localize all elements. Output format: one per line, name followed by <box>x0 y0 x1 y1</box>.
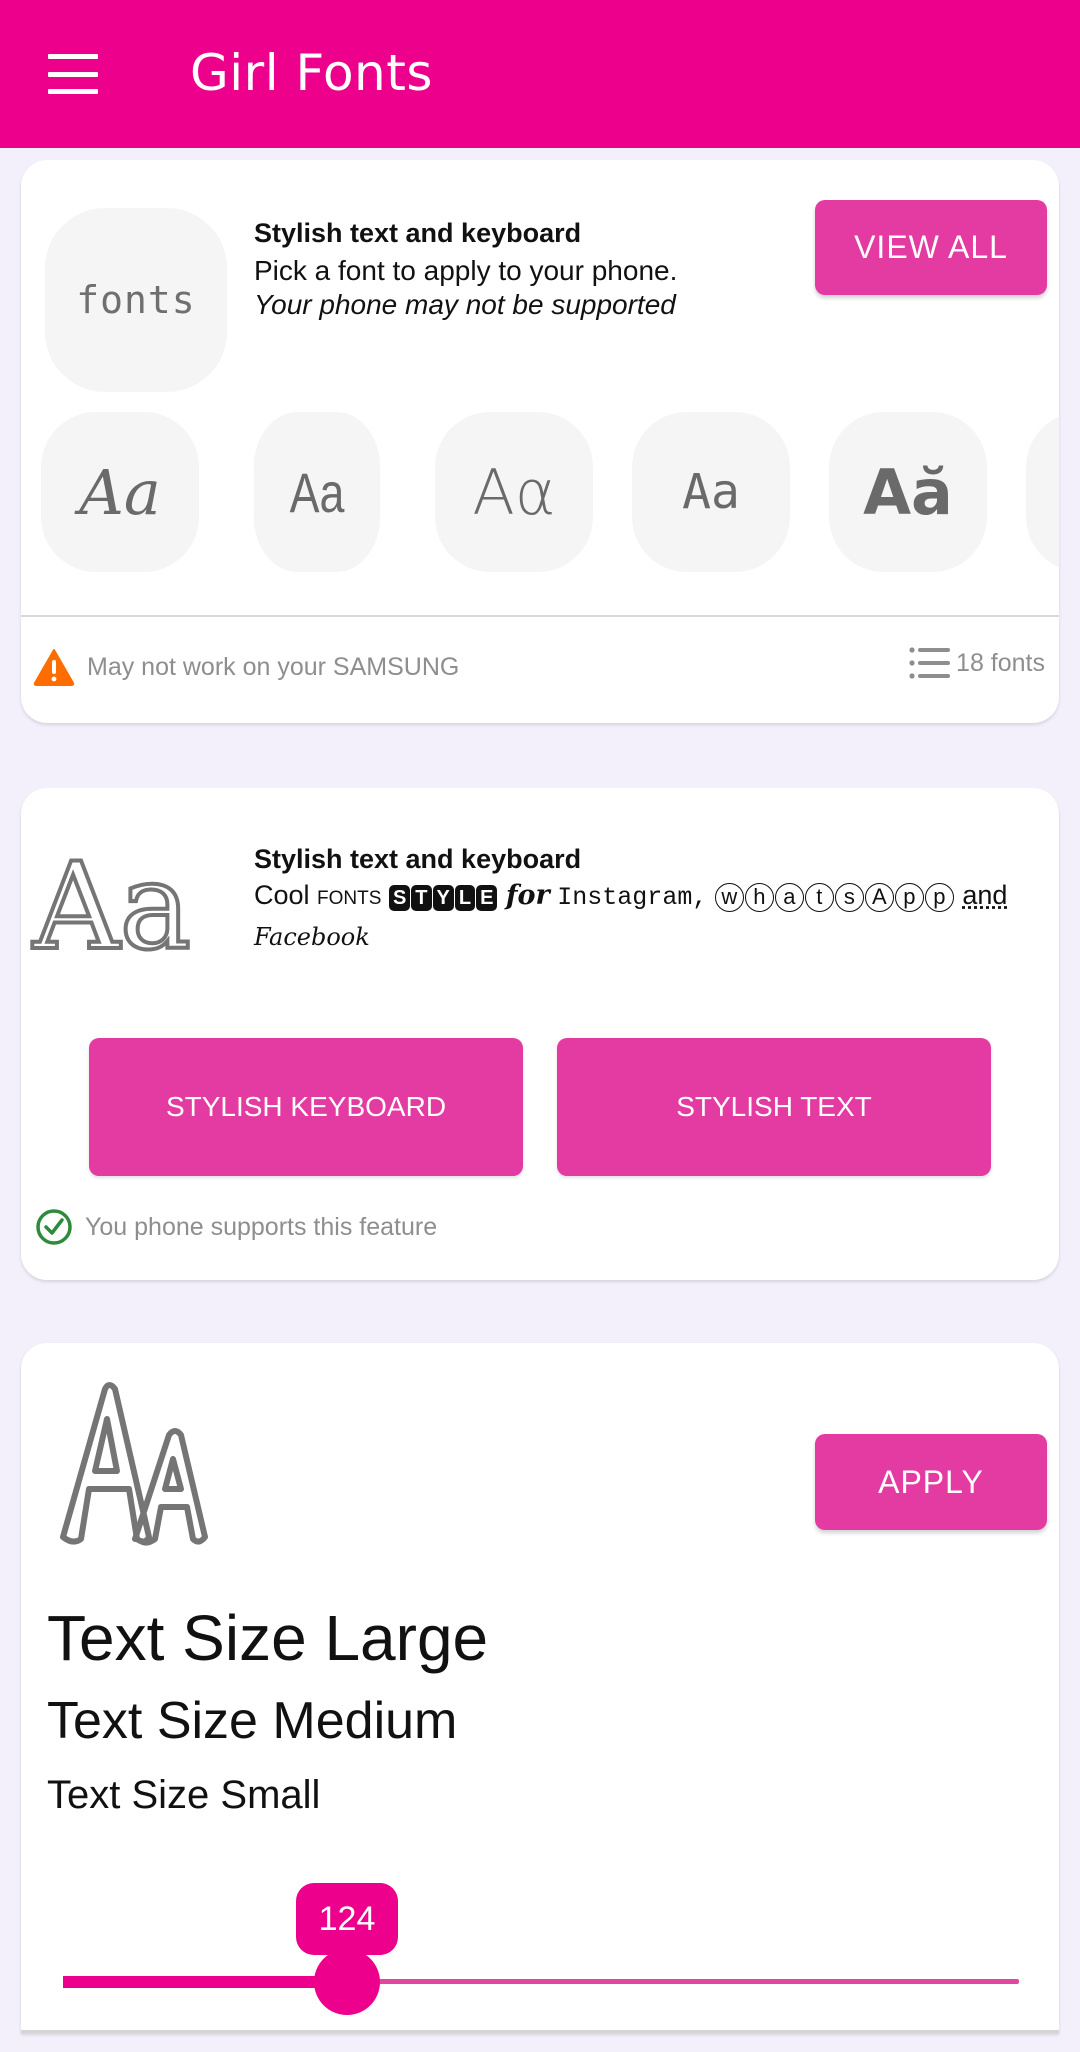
card-bottom-divider <box>21 2030 1059 2033</box>
fonts-card: fonts Stylish text and keyboard Pick a f… <box>21 160 1059 723</box>
preview-facebook: Facebook <box>254 923 370 951</box>
preview-circled-letter: t <box>804 883 834 912</box>
list-icon <box>909 647 951 679</box>
text-size-large-preview: Text Size Large <box>47 1602 489 1674</box>
preview-circled-letter: p <box>894 883 924 912</box>
slider-track-fill <box>63 1976 347 1988</box>
font-preview-tile[interactable]: Aa <box>253 412 381 572</box>
app-bar: Girl Fonts <box>0 0 1080 148</box>
preview-and: and <box>962 880 1008 910</box>
warning-triangle-icon <box>33 649 75 686</box>
stylish-keyboard-button[interactable]: STYLISH KEYBOARD <box>89 1038 523 1176</box>
font-count: 18 fonts <box>908 646 1045 680</box>
preview-circled-letter: a <box>774 883 804 912</box>
apply-button[interactable]: APPLY <box>815 1434 1047 1530</box>
warning-text: May not work on your SAMSUNG <box>87 652 460 681</box>
preview-style-letter: E <box>476 885 498 911</box>
stylish-text-button[interactable]: STYLISH TEXT <box>557 1038 991 1176</box>
preview-style-letter: S <box>388 885 411 911</box>
aa-serif-icon: Aa <box>31 838 193 977</box>
preview-circled-letter: p <box>924 883 954 912</box>
font-count-text: 18 fonts <box>956 648 1045 677</box>
preview-style-letter: Y <box>432 885 454 911</box>
view-all-button[interactable]: VIEW ALL <box>815 200 1047 295</box>
preview-circled-letter: A <box>864 883 894 912</box>
text-size-icon <box>60 1382 208 1546</box>
slider-value-text: 124 <box>318 1899 376 1938</box>
font-preview-label: Aα <box>472 455 556 529</box>
font-preview-tile[interactable]: Aα <box>435 412 593 572</box>
font-preview-label: Aa <box>289 460 345 524</box>
fonts-logo: fonts <box>45 208 227 392</box>
preview-style-letter: L <box>454 885 476 911</box>
font-preview-tile[interactable]: Aă <box>829 412 987 572</box>
support-status: You phone supports this feature <box>35 1208 437 1246</box>
app-title: Girl Fonts <box>190 44 433 102</box>
font-preview-label: Aă <box>863 455 953 529</box>
stylish-preview-text: Cool fonts STYLE for Instagram, whatsApp… <box>254 876 1044 956</box>
preview-cool: Cool <box>254 880 318 910</box>
card-divider <box>21 615 1059 617</box>
font-preview-tile[interactable]: Aa <box>41 412 199 572</box>
slider-thumb[interactable] <box>314 1949 380 2015</box>
support-text: You phone supports this feature <box>85 1212 438 1241</box>
preview-circled-letter: w <box>714 883 744 912</box>
hamburger-menu-icon[interactable] <box>48 54 98 94</box>
preview-style-letter: T <box>411 885 432 911</box>
compatibility-warning: May not work on your SAMSUNG <box>33 648 459 686</box>
preview-fonts: fonts <box>317 880 382 910</box>
font-preview-label: Aa <box>682 464 740 520</box>
check-circle-icon <box>36 1209 72 1245</box>
text-size-small-preview: Text Size Small <box>47 1773 321 1817</box>
stylish-card: Aa Stylish text and keyboard Cool fonts … <box>21 788 1059 1280</box>
text-size-slider[interactable]: 124 <box>63 1883 1019 2015</box>
font-preview-tile[interactable] <box>1026 412 1059 572</box>
preview-circled-letter: h <box>744 883 774 912</box>
font-preview-tile[interactable]: Aa <box>632 412 790 572</box>
text-size-medium-preview: Text Size Medium <box>47 1692 458 1750</box>
fonts-description-text: Pick a font to apply to your phone. <box>254 255 678 286</box>
preview-for: for <box>505 880 550 911</box>
font-preview-carousel[interactable]: Aa Aa Aα Aa Aă <box>21 412 1059 572</box>
font-preview-label: Aa <box>79 455 161 529</box>
fonts-card-description: Pick a font to apply to your phone. Your… <box>254 254 677 322</box>
preview-circled-letter: s <box>834 883 864 912</box>
text-size-card: APPLY Text Size Large Text Size Medium T… <box>21 1343 1059 2033</box>
stylish-card-title: Stylish text and keyboard <box>254 844 582 874</box>
fonts-card-title: Stylish text and keyboard <box>254 218 582 248</box>
slider-value-bubble: 124 <box>296 1883 398 1973</box>
preview-instagram: Instagram, <box>557 883 708 912</box>
fonts-note-text: Your phone may not be supported <box>254 289 676 320</box>
